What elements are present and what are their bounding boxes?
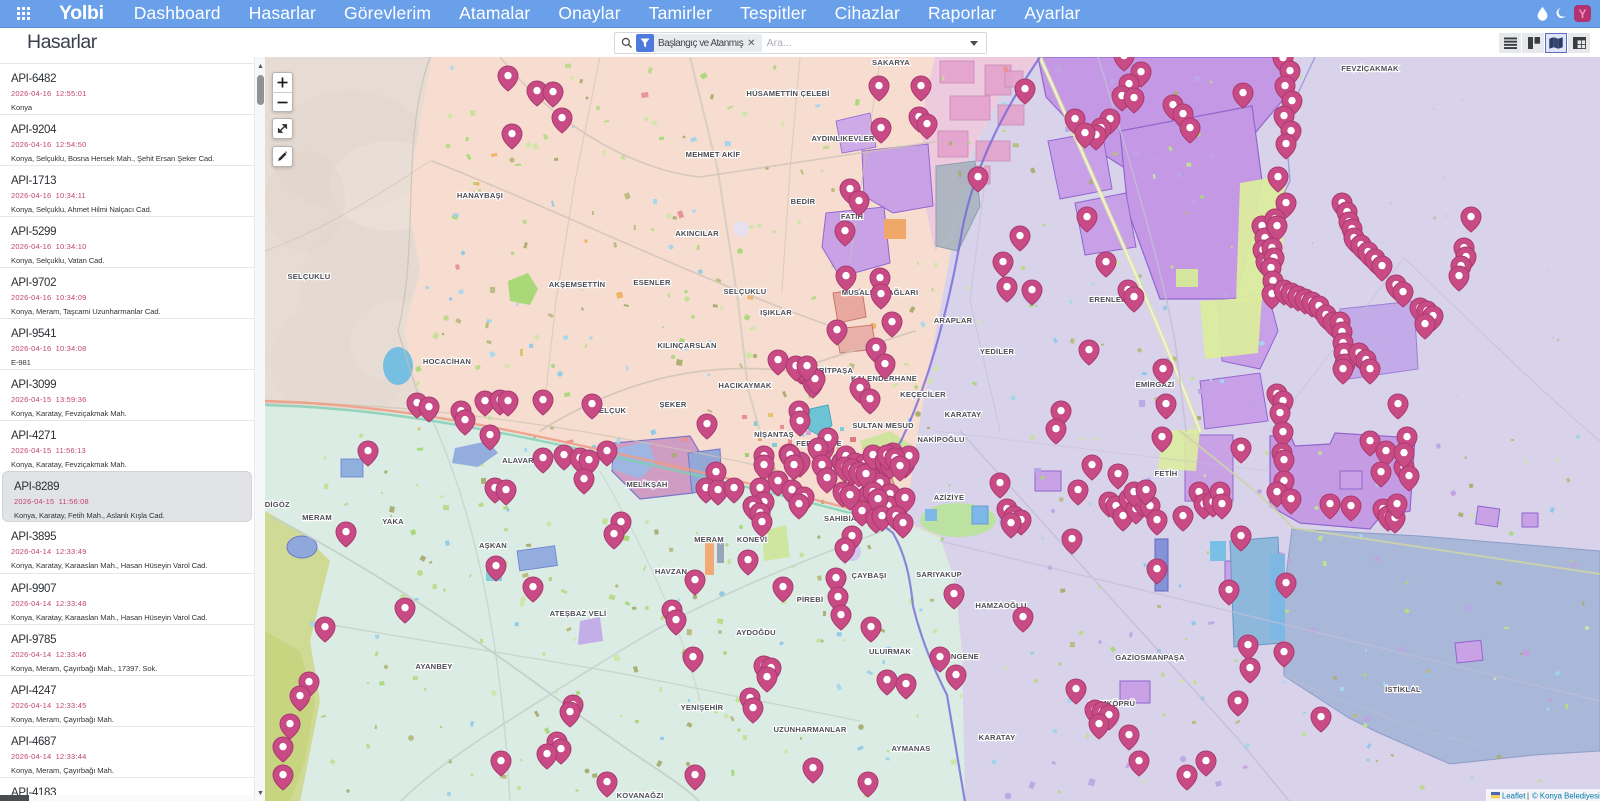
svg-text:MERAM: MERAM (302, 513, 332, 522)
svg-text:FEVZİÇAKMAK: FEVZİÇAKMAK (1341, 64, 1399, 73)
svg-text:GAZİOSMANPAŞA: GAZİOSMANPAŞA (1115, 653, 1185, 662)
svg-text:HOCACİHAN: HOCACİHAN (423, 357, 471, 366)
svg-text:KILINÇARSLAN: KILINÇARSLAN (657, 341, 716, 350)
svg-text:|: | (1527, 792, 1529, 801)
svg-text:ŞEKER: ŞEKER (659, 400, 686, 409)
svg-text:AYDOĞDU: AYDOĞDU (736, 628, 776, 637)
svg-text:AYMANAS: AYMANAS (891, 744, 930, 753)
svg-text:Leaflet: Leaflet (1502, 792, 1526, 801)
svg-text:YAKA: YAKA (382, 517, 404, 526)
svg-text:SELÇUKLU: SELÇUKLU (288, 272, 331, 281)
svg-text:UZUNHARMANLAR: UZUNHARMANLAR (773, 725, 846, 734)
svg-text:YEDİLER: YEDİLER (980, 347, 1015, 356)
svg-text:YENİŞEHİR: YENİŞEHİR (681, 703, 724, 712)
svg-text:SAKARYA: SAKARYA (872, 58, 910, 67)
svg-text:BEDİR: BEDİR (791, 197, 816, 206)
svg-text:ULUIRMAK: ULUIRMAK (869, 647, 911, 656)
svg-text:IŞIKLAR: IŞIKLAR (760, 308, 792, 317)
svg-text:MEHMET AKİF: MEHMET AKİF (686, 150, 741, 159)
svg-text:KARATAY: KARATAY (945, 410, 982, 419)
svg-text:KARATAY: KARATAY (979, 733, 1016, 742)
svg-text:PİREBİ: PİREBİ (797, 595, 824, 604)
svg-text:MERAM: MERAM (694, 535, 724, 544)
svg-text:KOVANAĞZI: KOVANAĞZI (617, 791, 664, 800)
svg-text:FETİH: FETİH (1155, 469, 1178, 478)
svg-text:SELÇUKLU: SELÇUKLU (724, 287, 767, 296)
svg-text:SARIYAKUP: SARIYAKUP (916, 570, 962, 579)
svg-text:AŞKAN: AŞKAN (479, 541, 507, 550)
svg-text:HACIKAYMAK: HACIKAYMAK (718, 381, 772, 390)
svg-text:EMİRGAZİ: EMİRGAZİ (1136, 380, 1175, 389)
svg-text:AZİZİYE: AZİZİYE (934, 493, 965, 502)
svg-text:YEDİGÖZ: YEDİGÖZ (265, 500, 290, 509)
svg-text:ATEŞBAZ VELİ: ATEŞBAZ VELİ (550, 609, 607, 618)
svg-text:ARAPLAR: ARAPLAR (934, 316, 973, 325)
svg-text:ESENLER: ESENLER (633, 278, 671, 287)
svg-text:MELİKŞAH: MELİKŞAH (626, 480, 667, 489)
svg-text:ÇAYBAŞI: ÇAYBAŞI (852, 571, 887, 580)
svg-text:AKŞEMSETTİN: AKŞEMSETTİN (549, 280, 606, 289)
svg-text:AYANBEY: AYANBEY (415, 662, 452, 671)
svg-text:© Konya Belediyesi: © Konya Belediyesi (1532, 792, 1600, 801)
svg-text:AKINCILAR: AKINCILAR (675, 229, 719, 238)
svg-text:NAKİPOĞLU: NAKİPOĞLU (917, 435, 965, 444)
svg-text:HANAYBAŞI: HANAYBAŞI (457, 191, 503, 200)
svg-text:HAVZAN: HAVZAN (655, 567, 687, 576)
svg-text:AYDINLIKEVLER: AYDINLIKEVLER (811, 134, 874, 143)
svg-text:HÜSAMETTİN ÇELEBİ: HÜSAMETTİN ÇELEBİ (746, 89, 829, 98)
svg-text:NİŞANTAŞ: NİŞANTAŞ (754, 430, 794, 439)
svg-text:SULTAN MESUD: SULTAN MESUD (852, 421, 914, 430)
svg-text:İSTİKLAL: İSTİKLAL (1385, 685, 1421, 694)
svg-text:KEÇECİLER: KEÇECİLER (900, 390, 946, 399)
